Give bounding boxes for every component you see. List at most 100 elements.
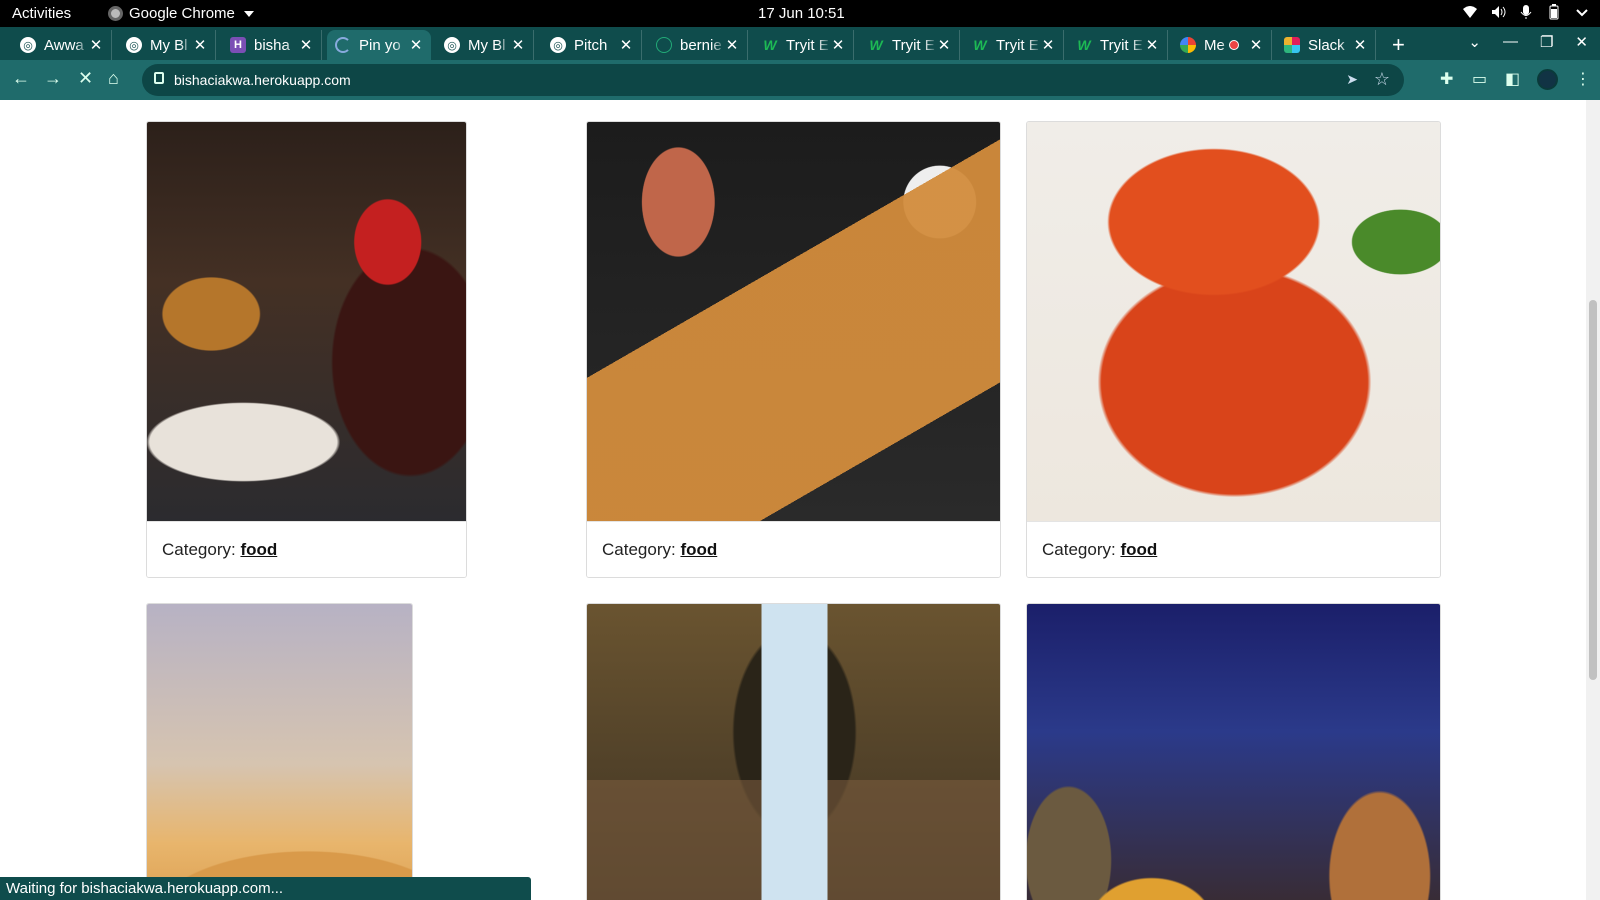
category-label: Category: — [602, 540, 676, 559]
chevron-down-icon — [1574, 4, 1590, 20]
category-label: Category: — [1042, 540, 1116, 559]
card-image[interactable] — [147, 604, 412, 900]
tab[interactable]: Slack ✕ — [1276, 30, 1376, 60]
close-icon[interactable]: ✕ — [299, 36, 313, 54]
scrollbar-thumb[interactable] — [1589, 300, 1597, 680]
image-card[interactable]: Category: food — [146, 121, 467, 578]
chevron-down-icon — [243, 10, 254, 17]
card-image[interactable] — [587, 604, 1000, 900]
globe-icon: ◎ — [126, 37, 142, 53]
tab[interactable]: W Tryit E ✕ — [964, 30, 1064, 60]
category-link[interactable]: food — [680, 540, 717, 559]
lock-icon[interactable] — [154, 72, 164, 84]
system-top-bar: Activities Google Chrome 17 Jun 10:51 — [0, 0, 1600, 27]
stop-loading-icon[interactable]: ✕ — [78, 68, 93, 89]
slack-icon — [1284, 37, 1300, 53]
w3schools-icon: W — [1077, 37, 1091, 53]
status-bubble: Waiting for bishaciakwa.herokuapp.com... — [0, 877, 531, 900]
tab-title: Pitch — [574, 36, 608, 54]
tab-title: bisha — [254, 36, 290, 54]
close-icon[interactable]: ✕ — [409, 36, 423, 54]
tab-search-icon[interactable]: ⌄ — [1468, 33, 1481, 51]
image-card[interactable] — [586, 603, 1001, 900]
tab-title: Slack — [1308, 36, 1345, 54]
bookmark-star-icon[interactable]: ☆ — [1374, 69, 1390, 90]
close-icon[interactable]: ✕ — [89, 36, 103, 54]
tab[interactable]: ◎ Pitch ✕ — [542, 30, 642, 60]
meet-icon — [1180, 37, 1196, 53]
tab-title: Tryit E — [786, 36, 829, 54]
close-icon[interactable]: ✕ — [831, 36, 845, 54]
w3schools-icon: W — [763, 37, 777, 53]
close-icon[interactable]: ✕ — [619, 36, 633, 54]
forward-icon[interactable]: → — [44, 68, 62, 89]
tab[interactable]: W Tryit E ✕ — [1068, 30, 1168, 60]
image-card[interactable] — [1026, 603, 1441, 900]
cast-icon[interactable]: ▭ — [1472, 69, 1487, 89]
activities-button[interactable]: Activities — [12, 5, 71, 22]
tab[interactable]: ◎ My Bl ✕ — [436, 30, 534, 60]
window-controls: ⌄ — ❐ ✕ — [1468, 33, 1588, 51]
profile-avatar[interactable] — [1537, 69, 1558, 90]
close-icon[interactable]: ✕ — [1249, 36, 1263, 54]
minimize-icon[interactable]: — — [1503, 33, 1518, 51]
tab-title: My Bl — [468, 36, 506, 54]
tab-title: My Bl — [150, 36, 188, 54]
tab[interactable]: ◎ Awwa ✕ — [12, 30, 112, 60]
tab[interactable]: H bisha ✕ — [222, 30, 322, 60]
w3schools-icon: W — [973, 37, 987, 53]
url-text[interactable]: bishaciakwa.herokuapp.com — [174, 72, 351, 88]
system-tray[interactable] — [1462, 4, 1590, 20]
tab-title: Pin yo — [359, 36, 401, 54]
tab[interactable]: bernie ✕ — [648, 30, 748, 60]
image-card[interactable] — [146, 603, 413, 900]
image-card[interactable]: Category: food — [586, 121, 1001, 578]
close-icon[interactable]: ✕ — [193, 36, 207, 54]
w3schools-icon: W — [869, 37, 883, 53]
close-window-icon[interactable]: ✕ — [1575, 33, 1588, 51]
chrome-icon — [108, 6, 123, 21]
page-content: Category: food Category: food Category: … — [0, 100, 1600, 900]
card-image[interactable] — [1027, 604, 1440, 900]
globe-icon: ◎ — [20, 37, 36, 53]
back-icon[interactable]: ← — [12, 68, 30, 89]
restore-icon[interactable]: ❐ — [1540, 33, 1553, 51]
image-card[interactable]: Category: food — [1026, 121, 1441, 578]
card-image[interactable] — [587, 122, 1000, 522]
recording-icon — [1229, 40, 1239, 50]
card-image[interactable] — [147, 122, 466, 522]
side-panel-icon[interactable]: ◧ — [1505, 69, 1520, 89]
new-tab-button[interactable]: + — [1392, 32, 1405, 58]
close-icon[interactable]: ✕ — [511, 36, 525, 54]
close-icon[interactable]: ✕ — [1353, 36, 1367, 54]
category-link[interactable]: food — [240, 540, 277, 559]
app-menu[interactable]: Google Chrome — [108, 5, 254, 22]
tab-title: Tryit E — [892, 36, 935, 54]
home-icon[interactable]: ⌂ — [108, 68, 119, 89]
close-icon[interactable]: ✕ — [937, 36, 951, 54]
address-bar[interactable]: bishaciakwa.herokuapp.com ➤ ☆ — [142, 64, 1404, 96]
tab-title: Tryit E — [1100, 36, 1143, 54]
extensions-icon[interactable]: ✚ — [1440, 69, 1453, 89]
close-icon[interactable]: ✕ — [1145, 36, 1159, 54]
tab[interactable]: W Tryit E ✕ — [860, 30, 960, 60]
app-name: Google Chrome — [129, 5, 235, 22]
tab[interactable]: Me ✕ — [1172, 30, 1272, 60]
category-link[interactable]: food — [1120, 540, 1157, 559]
clock[interactable]: 17 Jun 10:51 — [758, 5, 845, 22]
close-icon[interactable]: ✕ — [725, 36, 739, 54]
card-footer: Category: food — [147, 521, 466, 577]
tab[interactable]: W Tryit E ✕ — [754, 30, 854, 60]
close-icon[interactable]: ✕ — [1041, 36, 1055, 54]
browser-toolbar: ← → ✕ ⌂ bishaciakwa.herokuapp.com ➤ ☆ ✚ … — [0, 60, 1600, 100]
github-icon — [656, 37, 672, 53]
volume-icon — [1490, 4, 1506, 20]
card-footer: Category: food — [1027, 521, 1440, 577]
tab-strip: ◎ Awwa ✕ ◎ My Bl ✕ H bisha ✕ Pin yo ✕ ◎ … — [0, 27, 1600, 60]
menu-kebab-icon[interactable]: ⋮ — [1575, 69, 1591, 89]
card-image[interactable] — [1027, 122, 1440, 522]
send-tab-icon[interactable]: ➤ — [1346, 71, 1358, 88]
tab-active[interactable]: Pin yo ✕ — [327, 30, 431, 60]
page-scrollbar[interactable] — [1586, 100, 1600, 900]
tab[interactable]: ◎ My Bl ✕ — [118, 30, 216, 60]
